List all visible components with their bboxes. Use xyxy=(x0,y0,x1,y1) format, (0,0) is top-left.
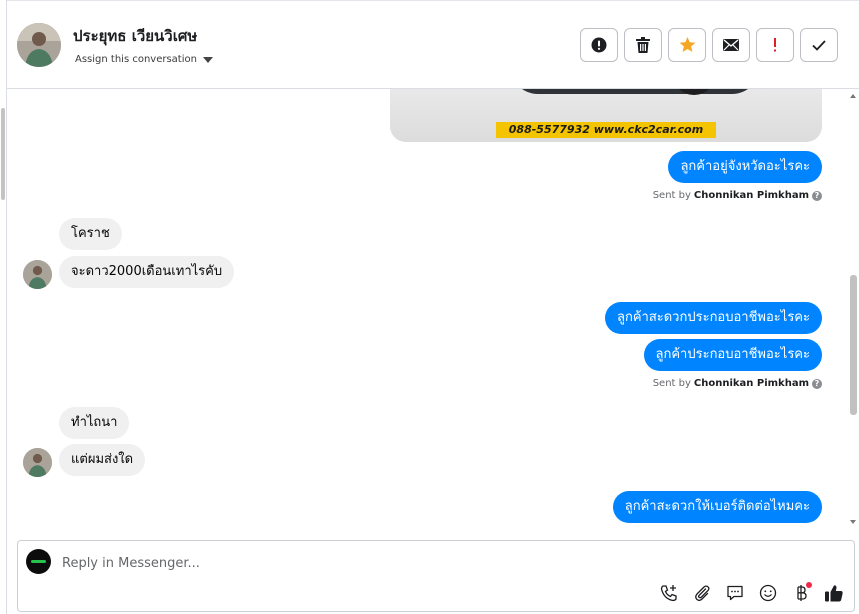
contact-avatar-small[interactable] xyxy=(23,448,52,477)
contact-name[interactable]: ประยุทธ เวียนวิเศษ xyxy=(73,24,197,48)
outgoing-message[interactable]: ลูกค้าประกอบอาชีพอะไรคะ xyxy=(643,339,822,371)
sent-by-prefix: Sent by xyxy=(652,190,691,201)
outgoing-message[interactable]: ลูกค้าสะดวกประกอบอาชีพอะไรคะ xyxy=(604,302,822,334)
trash-icon xyxy=(636,37,650,53)
help-icon[interactable]: ? xyxy=(812,190,822,201)
image-banner: 088-5577932 www.ckc2car.com xyxy=(496,122,716,138)
scroll-down-icon[interactable] xyxy=(850,520,856,524)
scrollbar-thumb[interactable] xyxy=(850,275,857,415)
emoji-button[interactable] xyxy=(758,583,778,603)
page-avatar xyxy=(26,549,51,574)
reply-composer xyxy=(17,540,855,612)
outgoing-message[interactable]: ลูกค้าสะดวกให้เบอร์ติดต่อไหมคะ xyxy=(612,491,822,523)
star-icon xyxy=(679,37,695,53)
mark-done-button[interactable] xyxy=(800,28,838,62)
incoming-message[interactable]: แต่ผมส่งใด xyxy=(59,444,146,476)
incoming-message[interactable]: ทำไถนา xyxy=(59,407,130,439)
notification-dot xyxy=(806,582,812,588)
like-icon xyxy=(825,585,843,602)
composer-tools xyxy=(659,582,844,603)
scroll-up-icon[interactable] xyxy=(850,94,856,98)
left-scrollbar-thumb[interactable] xyxy=(1,108,5,200)
sent-by-author: Chonnikan Pimkham xyxy=(693,190,809,201)
saved-reply-button[interactable] xyxy=(725,583,745,603)
emoji-icon xyxy=(759,584,777,602)
assign-label: Assign this conversation xyxy=(75,54,197,65)
incoming-message[interactable]: จะดาว2000เดือนเทาไรคับ xyxy=(59,256,235,288)
star-button[interactable] xyxy=(668,28,706,62)
image-attachment[interactable]: 088-5577932 www.ckc2car.com xyxy=(390,89,822,142)
envelope-icon xyxy=(723,39,739,51)
left-scroll-edge xyxy=(0,0,7,614)
payment-button[interactable] xyxy=(791,582,812,603)
caret-down-icon xyxy=(202,56,213,63)
message-scrollbar[interactable] xyxy=(848,89,859,527)
attachment-button[interactable] xyxy=(692,583,712,603)
add-call-button[interactable] xyxy=(659,583,679,603)
delete-button[interactable] xyxy=(624,28,662,62)
incoming-message[interactable]: โคราช xyxy=(59,218,122,250)
contact-avatar[interactable] xyxy=(17,23,61,67)
exclamation-icon xyxy=(774,38,776,52)
message-thread: 088-5577932 www.ckc2car.com ลูกค้าอยู่จั… xyxy=(7,89,848,527)
exclamation-circle-icon xyxy=(591,37,607,53)
sent-by-prefix: Sent by xyxy=(652,378,691,389)
contact-avatar-small[interactable] xyxy=(23,260,52,289)
assign-conversation-dropdown[interactable]: Assign this conversation xyxy=(75,54,213,65)
sent-by-label: Sent by Chonnikan Pimkham ? xyxy=(653,190,822,201)
outgoing-message[interactable]: ลูกค้าอยู่จังหวัดอะไรคะ xyxy=(668,151,822,183)
sent-by-label: Sent by Chonnikan Pimkham ? xyxy=(653,378,822,389)
like-button[interactable] xyxy=(824,583,844,603)
check-icon xyxy=(812,39,826,51)
mark-unread-button[interactable] xyxy=(712,28,750,62)
attachment-icon xyxy=(695,585,710,602)
add-call-icon xyxy=(660,585,677,602)
conversation-actions xyxy=(580,28,838,62)
follow-up-button[interactable] xyxy=(756,28,794,62)
help-icon[interactable]: ? xyxy=(812,378,822,389)
sent-by-author: Chonnikan Pimkham xyxy=(693,378,809,389)
car-photo xyxy=(510,89,760,94)
conversation-header: ประยุทธ เวียนวิเศษ Assign this conversat… xyxy=(7,0,859,89)
saved-reply-icon xyxy=(727,585,743,601)
reply-input[interactable] xyxy=(62,553,662,573)
report-spam-button[interactable] xyxy=(580,28,618,62)
